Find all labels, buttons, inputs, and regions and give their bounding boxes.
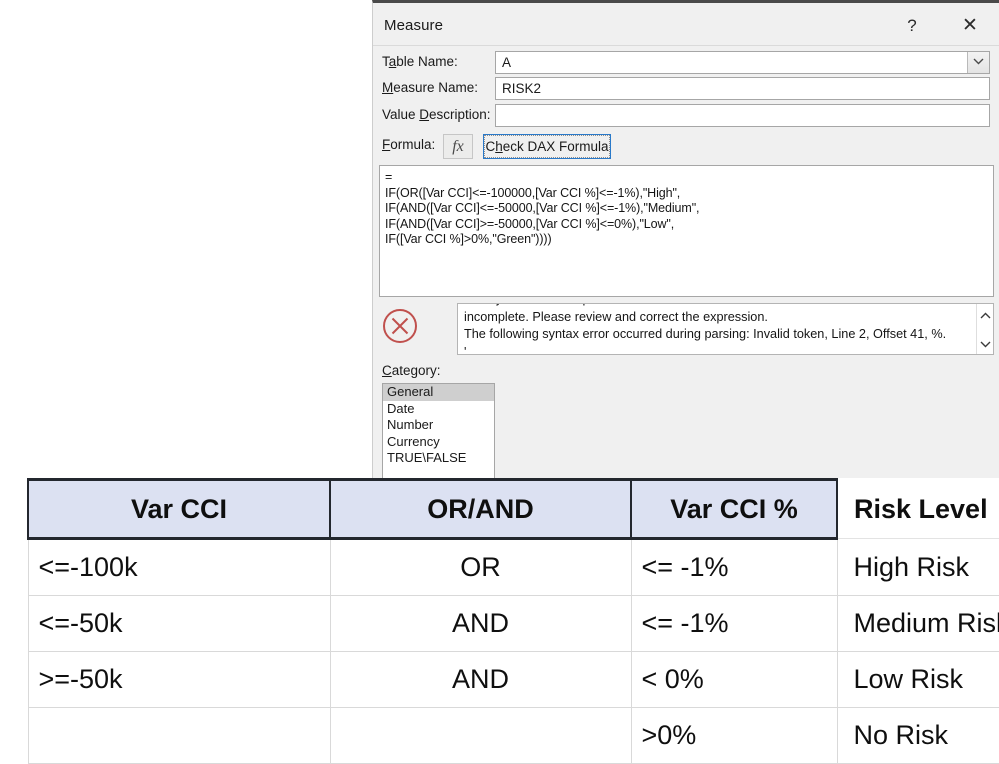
dialog-titlebar: Measure ? ✕ xyxy=(373,6,999,45)
category-listbox[interactable]: General Date Number Currency TRUE\FALSE xyxy=(382,383,495,481)
table-row: >=-50k AND < 0% Low Risk xyxy=(27,651,999,708)
table-name-input[interactable]: A xyxy=(495,51,990,74)
cell-risk-level[interactable]: Medium Risk xyxy=(836,595,999,652)
cell-risk-level[interactable]: No Risk xyxy=(836,707,999,764)
formula-row: Formula: fx Check DAX Formula xyxy=(373,134,999,160)
cell-or-and[interactable]: AND xyxy=(329,651,632,708)
category-label: Category: xyxy=(382,363,441,378)
check-dax-formula-button[interactable]: Check DAX Formula xyxy=(483,134,611,159)
category-item-truefalse[interactable]: TRUE\FALSE xyxy=(383,450,494,467)
measure-name-row: Measure Name: RISK2 xyxy=(373,77,999,101)
titlebar-divider xyxy=(373,45,999,46)
value-description-label: Value Description: xyxy=(382,107,491,122)
help-button[interactable]: ? xyxy=(897,13,927,39)
value-description-row: Value Description: xyxy=(373,104,999,128)
cell-var-cci[interactable]: <=-50k xyxy=(27,595,331,652)
cell-var-cci-pct[interactable]: <= -1% xyxy=(630,538,838,596)
fx-icon[interactable]: fx xyxy=(443,134,473,159)
cell-risk-level[interactable]: Low Risk xyxy=(836,651,999,708)
cell-var-cci[interactable]: <=-100k xyxy=(27,538,331,596)
cell-or-and[interactable]: OR xyxy=(329,538,632,596)
cell-var-cci[interactable]: >=-50k xyxy=(27,651,331,708)
close-button[interactable]: ✕ xyxy=(955,13,985,39)
risk-level-table: Var CCI OR/AND Var CCI % Risk Level <=-1… xyxy=(27,478,999,764)
table-row: >0% No Risk xyxy=(27,707,999,764)
scroll-down-icon[interactable] xyxy=(977,335,993,352)
dialog-title: Measure xyxy=(384,17,444,34)
table-header-row: Var CCI OR/AND Var CCI % Risk Level xyxy=(27,478,999,540)
category-item-general[interactable]: General xyxy=(383,384,494,401)
category-item-number[interactable]: Number xyxy=(383,417,494,434)
column-header-var-cci: Var CCI xyxy=(27,478,331,540)
column-header-risk-level: Risk Level xyxy=(836,479,999,539)
category-item-date[interactable]: Date xyxy=(383,401,494,418)
table-name-row: Table Name: A xyxy=(373,51,999,75)
error-message-text: The syntax for the expression is incompl… xyxy=(464,304,947,355)
measure-name-label: Measure Name: xyxy=(382,80,479,95)
measure-name-input[interactable]: RISK2 xyxy=(495,77,990,100)
cell-or-and[interactable]: AND xyxy=(329,595,632,652)
error-message-box[interactable]: The syntax for the expression is incompl… xyxy=(457,303,994,355)
error-scrollbar[interactable] xyxy=(976,304,993,354)
chevron-down-icon[interactable] xyxy=(967,52,989,73)
measure-dialog: Measure ? ✕ Table Name: A Measure Name: … xyxy=(372,0,999,481)
error-panel: The syntax for the expression is incompl… xyxy=(379,303,994,355)
cell-or-and[interactable] xyxy=(329,707,632,764)
scroll-up-icon[interactable] xyxy=(977,306,993,323)
cell-var-cci-pct[interactable]: <= -1% xyxy=(630,595,838,652)
error-icon xyxy=(383,309,417,343)
table-row: <=-100k OR <= -1% High Risk xyxy=(27,538,999,596)
formula-editor[interactable]: = IF(OR([Var CCI]<=-100000,[Var CCI %]<=… xyxy=(379,165,994,297)
table-name-label: Table Name: xyxy=(382,54,458,69)
category-item-currency[interactable]: Currency xyxy=(383,434,494,451)
cell-risk-level[interactable]: High Risk xyxy=(836,538,999,596)
value-description-input[interactable] xyxy=(495,104,990,127)
column-header-var-cci-pct: Var CCI % xyxy=(630,478,838,540)
cell-var-cci[interactable] xyxy=(27,707,331,764)
cell-var-cci-pct[interactable]: < 0% xyxy=(630,651,838,708)
cell-var-cci-pct[interactable]: >0% xyxy=(630,707,838,764)
table-row: <=-50k AND <= -1% Medium Risk xyxy=(27,595,999,652)
column-header-or-and: OR/AND xyxy=(329,478,632,540)
formula-label: Formula: xyxy=(382,137,436,152)
